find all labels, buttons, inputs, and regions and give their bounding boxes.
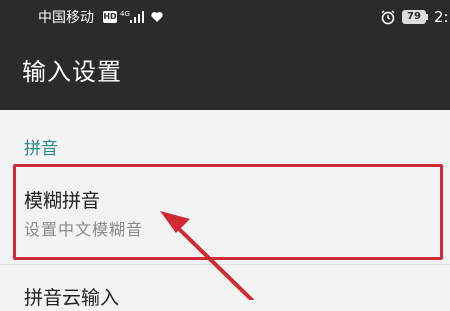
clock: 2:1 bbox=[434, 8, 450, 26]
network-type-label: 4G bbox=[120, 10, 130, 18]
hd-icon: HD bbox=[103, 11, 117, 23]
pref-title: 拼音云输入 bbox=[24, 287, 120, 309]
fuzzy-pinyin-item[interactable]: 模糊拼音 设置中文模糊音 bbox=[0, 172, 450, 276]
battery-tip bbox=[426, 14, 428, 20]
category-header: 拼音 bbox=[24, 139, 58, 159]
pref-title: 模糊拼音 bbox=[24, 190, 101, 212]
status-bar: 中国移动 HD 4G 79 2:1 bbox=[0, 0, 450, 36]
app-bar: 输入设置 bbox=[0, 36, 450, 110]
page-title: 输入设置 bbox=[22, 58, 122, 86]
signal-icon: 4G bbox=[120, 10, 144, 23]
settings-list: 拼音 模糊拼音 设置中文模糊音 拼音云输入 bbox=[0, 110, 450, 309]
battery-icon: 79 bbox=[402, 10, 426, 24]
pref-summary: 设置中文模糊音 bbox=[24, 220, 144, 239]
carrier-name: 中国移动 bbox=[38, 10, 94, 26]
heart-icon bbox=[151, 11, 163, 22]
alarm-icon bbox=[381, 10, 395, 25]
cloud-input-item[interactable]: 拼音云输入 bbox=[0, 265, 450, 309]
